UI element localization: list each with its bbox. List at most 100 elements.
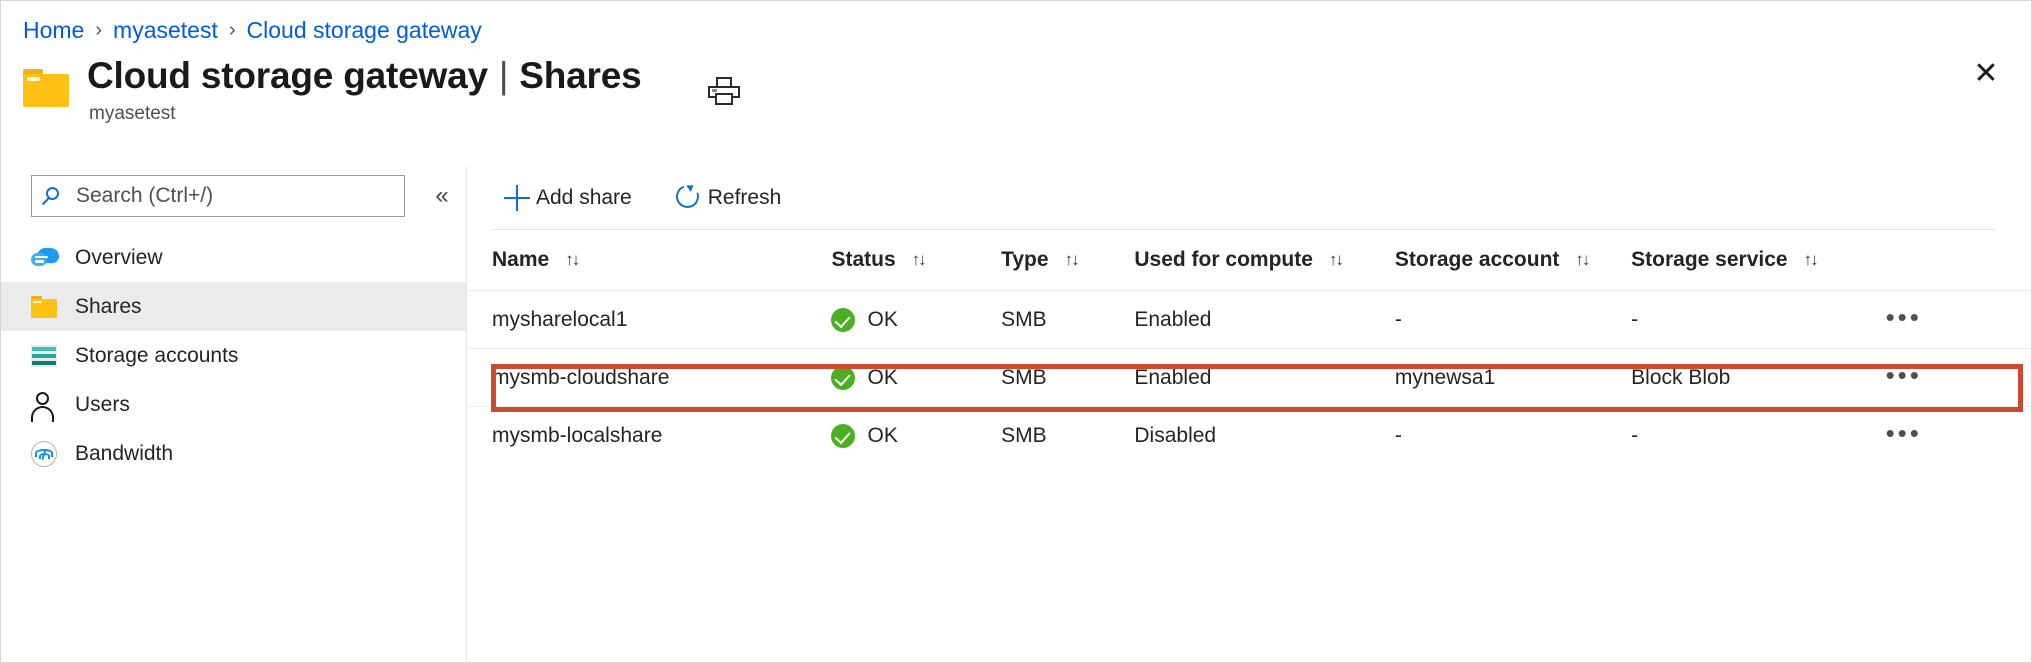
cell-storage-account: mynewsa1 <box>1394 348 1632 407</box>
cell-storage-service: - <box>1631 290 1886 349</box>
more-options-icon[interactable]: ••• <box>1886 418 1922 448</box>
table-body: mysharelocal1 OK SMB Enabled - - ••• mys… <box>468 290 2031 465</box>
command-bar: Add share Refresh <box>468 167 2031 229</box>
sidebar-item-storage-accounts[interactable]: Storage accounts <box>1 331 466 380</box>
breadcrumb-item-cloud-storage-gateway[interactable]: Cloud storage gateway <box>247 16 482 44</box>
cell-storage-service: - <box>1631 406 1886 465</box>
column-header-label: Used for compute <box>1134 248 1313 271</box>
sort-icon[interactable]: ↑↓ <box>1329 250 1344 270</box>
folder-icon <box>31 295 71 318</box>
column-header-label: Status <box>831 248 896 271</box>
column-header-label: Storage service <box>1631 248 1788 271</box>
refresh-button[interactable]: Refresh <box>664 176 796 220</box>
cell-name[interactable]: mysmb-localshare <box>468 406 832 465</box>
status-label: OK <box>867 365 898 389</box>
status-label: OK <box>867 307 898 331</box>
sort-icon[interactable]: ↑↓ <box>1065 250 1080 270</box>
sidebar-item-users[interactable]: Users <box>1 380 466 429</box>
sidebar-item-label: Storage accounts <box>75 343 239 367</box>
column-header-storage-account[interactable]: Storage account ↑↓ <box>1395 230 1631 291</box>
column-header-name[interactable]: Name ↑↓ <box>468 230 831 291</box>
plus-icon <box>498 185 536 211</box>
column-header-storage-service[interactable]: Storage service ↑↓ <box>1631 230 1885 291</box>
cell-storage-account: - <box>1394 406 1632 465</box>
sidebar-item-shares[interactable]: Shares <box>1 282 466 331</box>
user-icon <box>31 391 71 422</box>
cell-status: OK <box>831 290 1002 349</box>
sidebar-item-bandwidth[interactable]: Bandwidth <box>1 429 466 478</box>
sidebar-item-label: Users <box>75 392 130 416</box>
column-header-status[interactable]: Status ↑↓ <box>831 230 1001 291</box>
refresh-label: Refresh <box>707 186 782 209</box>
cell-type: SMB <box>1001 406 1135 465</box>
sidebar-item-label: Bandwidth <box>75 441 174 465</box>
status-ok-icon <box>831 365 856 390</box>
cell-used-for-compute: Enabled <box>1134 290 1395 349</box>
breadcrumb-separator-icon: › <box>95 19 103 41</box>
sidebar-search-row: « <box>1 171 466 221</box>
status-label: OK <box>867 423 898 447</box>
column-header-actions <box>1886 230 2031 291</box>
page-title-resource: Cloud storage gateway <box>87 55 488 96</box>
table-row[interactable]: mysharelocal1 OK SMB Enabled - - ••• <box>468 290 2031 349</box>
sort-icon[interactable]: ↑↓ <box>565 250 580 270</box>
cell-actions[interactable]: ••• <box>1885 406 2031 465</box>
cell-actions[interactable]: ••• <box>1885 348 2031 407</box>
cell-name[interactable]: mysharelocal1 <box>468 290 832 349</box>
sidebar-item-label: Overview <box>75 245 163 269</box>
breadcrumb-separator-icon: › <box>228 19 236 41</box>
column-header-label: Name <box>492 248 550 271</box>
cloud-icon <box>31 247 71 268</box>
cell-type: SMB <box>1001 348 1135 407</box>
cell-storage-service: Block Blob <box>1631 348 1886 407</box>
cell-name[interactable]: mysmb-cloudshare <box>468 348 832 407</box>
refresh-icon <box>670 181 708 212</box>
breadcrumb-item-myasetest[interactable]: myasetest <box>113 16 218 44</box>
add-share-button[interactable]: Add share <box>492 176 646 220</box>
search-icon <box>38 186 72 206</box>
table-header: Name ↑↓ Status ↑↓ Type ↑↓ Used for compu… <box>468 230 2031 291</box>
cell-status: OK <box>831 406 1002 465</box>
breadcrumb: Home › myasetest › Cloud storage gateway <box>23 15 482 45</box>
collapse-sidebar-button[interactable]: « <box>419 175 465 217</box>
column-header-label: Storage account <box>1394 248 1560 271</box>
folder-icon <box>23 69 69 107</box>
cell-used-for-compute: Enabled <box>1134 348 1395 407</box>
print-button[interactable] <box>701 71 747 111</box>
status-ok-icon <box>831 423 856 448</box>
page-header: Cloud storage gateway | Shares myasetest <box>23 53 642 124</box>
cell-actions[interactable]: ••• <box>1885 290 2031 349</box>
page-title: Cloud storage gateway | Shares <box>87 53 642 98</box>
add-share-label: Add share <box>536 186 632 209</box>
column-header-type[interactable]: Type ↑↓ <box>1001 230 1134 291</box>
storage-accounts-icon <box>31 344 71 367</box>
search-box[interactable] <box>31 175 405 217</box>
sort-icon[interactable]: ↑↓ <box>1804 250 1819 270</box>
page-title-section: Shares <box>519 55 642 96</box>
printer-icon <box>708 77 740 105</box>
cell-storage-account: - <box>1394 290 1632 349</box>
page-title-separator: | <box>498 55 509 96</box>
sort-icon[interactable]: ↑↓ <box>912 250 927 270</box>
cell-type: SMB <box>1001 290 1135 349</box>
sidebar: « Overview Shares Storage accounts <box>1 167 467 663</box>
sidebar-nav-list: Overview Shares Storage accounts Users B… <box>1 233 466 478</box>
shares-panel: Add share Refresh Name ↑↓ Status ↑↓ Type… <box>468 167 2031 662</box>
shares-table: Name ↑↓ Status ↑↓ Type ↑↓ Used for compu… <box>468 230 2031 465</box>
table-row[interactable]: mysmb-localshare OK SMB Disabled - - ••• <box>468 406 2031 465</box>
sidebar-item-label: Shares <box>75 294 142 318</box>
close-button[interactable]: ✕ <box>1965 53 2007 95</box>
status-ok-icon <box>831 307 856 332</box>
breadcrumb-item-home[interactable]: Home <box>23 16 84 44</box>
more-options-icon[interactable]: ••• <box>1886 302 1922 332</box>
sidebar-item-overview[interactable]: Overview <box>1 233 466 282</box>
bandwidth-icon <box>31 440 71 467</box>
sort-icon[interactable]: ↑↓ <box>1575 250 1590 270</box>
column-header-label: Type <box>1001 248 1049 271</box>
more-options-icon[interactable]: ••• <box>1886 360 1922 390</box>
column-header-used-for-compute[interactable]: Used for compute ↑↓ <box>1134 230 1395 291</box>
page-subtitle: myasetest <box>89 103 176 124</box>
search-input[interactable] <box>72 176 404 216</box>
azure-portal-blade: Home › myasetest › Cloud storage gateway… <box>0 0 2032 663</box>
table-row[interactable]: mysmb-cloudshare OK SMB Enabled mynewsa1… <box>468 348 2031 407</box>
